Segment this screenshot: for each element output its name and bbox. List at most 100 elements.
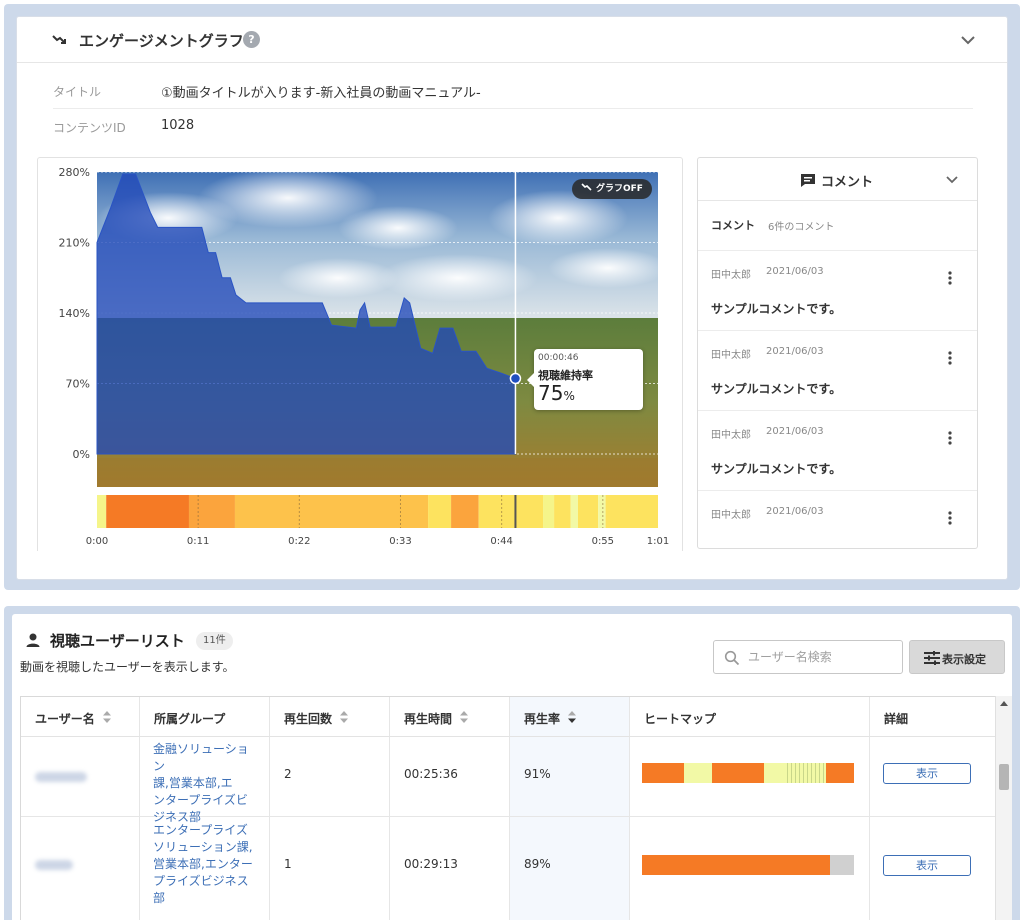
sort-icon[interactable] (568, 711, 576, 723)
comment-user: 田中太郎 (711, 510, 751, 521)
col-header-plays[interactable]: 再生回数 (270, 697, 390, 737)
user-count-badge: 11件 (196, 632, 233, 650)
heatmap-segment (577, 495, 599, 528)
col-header-group-label: 所属グループ (154, 712, 226, 726)
meta-id-label: コンテンツID (53, 121, 126, 135)
scroll-thumb[interactable] (999, 764, 1009, 790)
cell-heatmap (630, 817, 870, 920)
plays-value: 1 (284, 857, 292, 871)
cell-detail: 表示 (870, 737, 1002, 817)
sort-icon[interactable] (103, 711, 111, 723)
plays-value: 2 (284, 767, 292, 781)
sort-icon[interactable] (460, 711, 468, 723)
heatmap-segment (543, 495, 555, 528)
cell-heatmap (630, 737, 870, 817)
x-tick-label: 0:55 (592, 536, 614, 547)
show-detail-button[interactable]: 表示 (883, 763, 971, 784)
user-search[interactable] (713, 640, 903, 674)
comment-date: 2021/06/03 (766, 506, 824, 517)
x-tick-label: 1:01 (647, 536, 669, 547)
more-vertical-icon[interactable] (946, 430, 954, 446)
group-line: ソリューション課, (153, 840, 253, 854)
comment-item: 田中太郎 2021/06/03 サンプルコメントです。 (698, 251, 977, 331)
comment-count-value: 6件のコメント (768, 222, 835, 233)
heatmap-segment (234, 495, 429, 528)
user-list-description: 動画を視聴したユーザーを表示します。 (20, 660, 235, 674)
engagement-panel: エンゲージメントグラフ ? タイトル ①動画タイトルが入ります-新入社員の動画マ… (4, 4, 1020, 590)
col-header-heatmap: ヒートマップ (630, 697, 870, 737)
more-vertical-icon[interactable] (946, 510, 954, 526)
heatmap-segment (684, 763, 712, 783)
heatmap-segment (106, 495, 189, 528)
sort-icon[interactable] (340, 711, 348, 723)
more-vertical-icon[interactable] (946, 270, 954, 286)
chevron-down-icon[interactable] (944, 172, 960, 188)
comment-header[interactable]: コメント (698, 158, 977, 201)
engagement-card: エンゲージメントグラフ ? タイトル ①動画タイトルが入ります-新入社員の動画マ… (16, 16, 1008, 580)
group-line: 課,営業本部,エ (153, 776, 233, 790)
rate-value: 91% (524, 767, 551, 781)
table-row (21, 737, 140, 817)
engagement-chart: 280% 210% 140% 70% 0% 0:00 0:11 0:22 0:33 0:44 0:… (37, 157, 683, 551)
tooltip-unit: % (563, 389, 575, 403)
engagement-title: エンゲージメントグラフ (79, 32, 244, 50)
graph-off-toggle[interactable]: グラフOFF (572, 179, 652, 199)
meta-title-row: タイトル ①動画タイトルが入ります-新入社員の動画マニュアル- (53, 73, 973, 109)
x-tick-label: 0:22 (288, 536, 310, 547)
comment-user: 田中太郎 (711, 270, 751, 281)
heatmap-segment (712, 763, 764, 783)
col-header-duration[interactable]: 再生時間 (390, 697, 510, 737)
playback-heatmap (97, 495, 658, 528)
help-icon[interactable]: ? (243, 31, 260, 48)
user-list-panel: 視聴ユーザーリスト 11件 動画を視聴したユーザーを表示します。 表示設定 ユー… (4, 606, 1020, 920)
comment-text: サンプルコメントです。 (711, 302, 842, 316)
comment-date: 2021/06/03 (766, 266, 824, 277)
tooltip-value-wrap: 75% (538, 381, 575, 405)
group-line: 金融ソリューション (153, 742, 249, 773)
user-name-blurred[interactable] (35, 860, 73, 870)
comment-count-label: コメント (711, 219, 755, 232)
x-tick-label: 0:11 (187, 536, 209, 547)
trend-down-icon (52, 35, 66, 44)
chevron-down-icon[interactable] (959, 31, 977, 49)
duration-value: 00:25:36 (404, 767, 458, 781)
user-table: ユーザー名 所属グループ 再生回数 再生時間 再生率 ヒートマップ 詳細 金融ソ… (20, 696, 1003, 920)
col-header-rate[interactable]: 再生率 (510, 697, 630, 737)
field-foreground (97, 458, 658, 487)
user-search-input[interactable] (748, 647, 898, 667)
col-header-detail-label: 詳細 (884, 712, 909, 726)
playhead-dot[interactable] (509, 372, 522, 385)
col-header-detail: 詳細 (870, 697, 1002, 737)
scroll-up-icon[interactable] (1000, 701, 1008, 706)
engagement-header[interactable]: エンゲージメントグラフ ? (17, 17, 1007, 63)
group-line: ンタープライズビ (153, 793, 248, 807)
comment-user: 田中太郎 (711, 350, 751, 361)
cloud (548, 248, 668, 288)
comment-icon (801, 174, 815, 187)
user-name-blurred[interactable] (35, 772, 87, 782)
y-axis-ticks: 280% 210% 140% 70% 0% (59, 166, 90, 461)
cell-group: 金融ソリューション 課,営業本部,エ ンタープライズビ ジネス部 (140, 737, 270, 824)
display-settings-button[interactable]: 表示設定 (909, 640, 1005, 674)
col-header-name-label: ユーザー名 (35, 712, 95, 726)
cell-duration: 00:29:13 (390, 817, 510, 920)
user-heatmap-bar (642, 763, 854, 783)
col-header-heatmap-label: ヒートマップ (644, 712, 717, 726)
group-line: 部 (153, 891, 166, 905)
user-list-title: 視聴ユーザーリスト (50, 632, 185, 650)
x-tick-label: 0:44 (490, 536, 512, 547)
comment-text: サンプルコメントです。 (711, 462, 842, 476)
show-detail-button[interactable]: 表示 (883, 855, 971, 876)
heatmap-segment (764, 763, 784, 783)
tooltip-value: 75 (538, 381, 564, 405)
cloud (378, 254, 538, 302)
table-scrollbar[interactable] (995, 696, 1012, 920)
col-header-name[interactable]: ユーザー名 (21, 697, 140, 737)
heatmap-segment (97, 495, 107, 528)
heatmap-segment (554, 495, 571, 528)
x-tick-label: 0:00 (86, 536, 108, 547)
group-link[interactable]: エンタープライズ ソリューション課, 営業本部,エンター プライズビジネス 部 (153, 822, 257, 907)
group-link[interactable]: 金融ソリューション 課,営業本部,エ ンタープライズビ ジネス部 (153, 741, 257, 826)
heatmap-segment (784, 763, 826, 783)
more-vertical-icon[interactable] (946, 350, 954, 366)
